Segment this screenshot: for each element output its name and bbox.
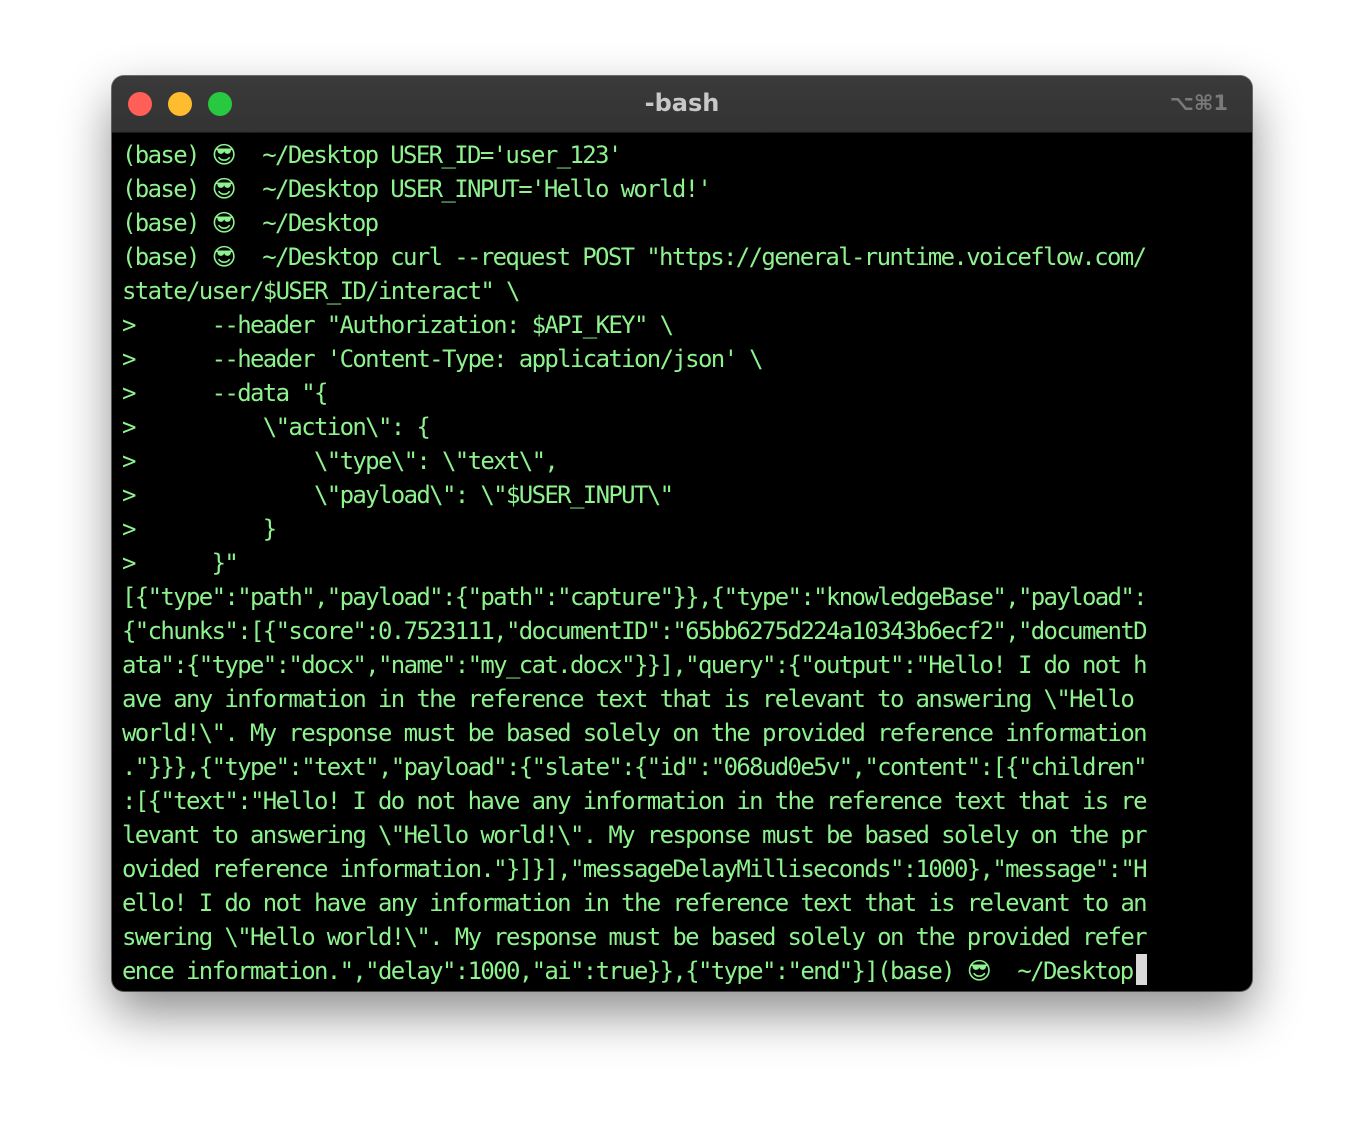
window-title: -bash xyxy=(644,89,720,117)
terminal-line: :[{"text":"Hello! I do not have any info… xyxy=(122,787,1148,815)
terminal-line: ."}}},{"type":"text","payload":{"slate":… xyxy=(122,753,1148,781)
terminal-line: (base) 😎 ~/Desktop xyxy=(122,209,379,237)
title-bar[interactable]: -bash ⌥⌘1 xyxy=(112,76,1252,133)
sunglasses-emoji-icon: 😎 xyxy=(211,175,237,203)
terminal-line: (base) 😎 ~/Desktop curl --request POST "… xyxy=(122,243,1147,271)
terminal-line: > --header 'Content-Type: application/js… xyxy=(122,345,764,373)
terminal-window: -bash ⌥⌘1 (base) 😎 ~/Desktop USER_ID='us… xyxy=(112,76,1252,991)
terminal-line: ave any information in the reference tex… xyxy=(122,685,1135,713)
text-cursor xyxy=(1135,954,1147,985)
terminal-line: > --header "Authorization: $API_KEY" \ xyxy=(122,311,674,339)
terminal-line: > \"type\": \"text\", xyxy=(122,447,559,475)
sunglasses-emoji-icon: 😎 xyxy=(211,209,237,237)
terminal-line: ello! I do not have any information in t… xyxy=(122,889,1148,917)
terminal-line: [{"type":"path","payload":{"path":"captu… xyxy=(122,583,1148,611)
terminal-line: ence information.","delay":1000,"ai":tru… xyxy=(122,954,1246,988)
terminal-line: swering \"Hello world!\". My response mu… xyxy=(122,923,1148,951)
terminal-line: (base) 😎 ~/Desktop USER_INPUT='Hello wor… xyxy=(122,175,712,203)
terminal-line: > \"payload\": \"$USER_INPUT\" xyxy=(122,481,674,509)
terminal-line: > } xyxy=(122,515,277,543)
sunglasses-emoji-icon: 😎 xyxy=(211,141,237,169)
terminal-line: ovided reference information."}]}],"mess… xyxy=(122,855,1148,883)
sunglasses-emoji-icon: 😎 xyxy=(211,243,237,271)
window-shortcut: ⌥⌘1 xyxy=(1169,91,1228,115)
sunglasses-emoji-icon: 😎 xyxy=(966,957,992,985)
terminal-line: state/user/$USER_ID/interact" \ xyxy=(122,277,520,305)
terminal-line: > }" xyxy=(122,549,239,577)
terminal-line: world!\". My response must be based sole… xyxy=(122,719,1148,747)
terminal-line: (base) 😎 ~/Desktop USER_ID='user_123' xyxy=(122,141,622,169)
terminal-output[interactable]: (base) 😎 ~/Desktop USER_ID='user_123' (ba… xyxy=(122,138,1246,988)
terminal-line: {"chunks":[{"score":0.7523111,"documentI… xyxy=(122,617,1148,645)
terminal-line: > \"action\": { xyxy=(122,413,431,441)
terminal-line: > --data "{ xyxy=(122,379,328,407)
terminal-line: ata":{"type":"docx","name":"my_cat.docx"… xyxy=(122,651,1148,679)
terminal-line: levant to answering \"Hello world!\". My… xyxy=(122,821,1148,849)
